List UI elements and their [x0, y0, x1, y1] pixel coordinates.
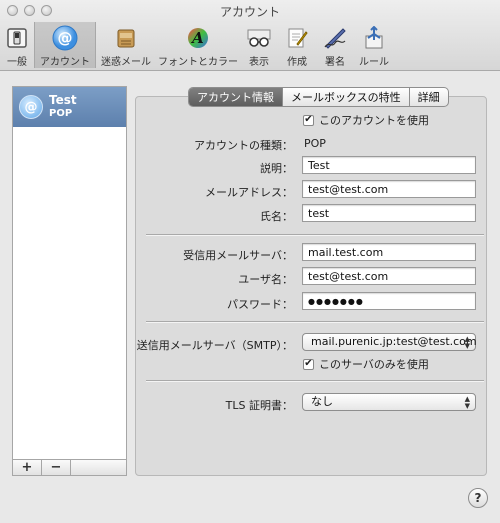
- title-bar: アカウント 一般 @ アカウント 迷惑メール A フォントとカラー 表示 作成 …: [0, 0, 500, 71]
- add-account-button[interactable]: +: [13, 460, 42, 475]
- use-only-server-label: このサーバのみを使用: [319, 358, 429, 371]
- toolbar: 一般 @ アカウント 迷惑メール A フォントとカラー 表示 作成 署名 ルール: [0, 22, 394, 68]
- toolbar-compose[interactable]: 作成: [278, 22, 316, 68]
- separator: [146, 380, 484, 382]
- popup-arrows-icon: ▲ ▼: [464, 395, 470, 410]
- separator: [146, 321, 484, 323]
- window-title: アカウント: [219, 5, 280, 19]
- use-only-server-checkbox[interactable]: ✔: [303, 358, 314, 370]
- tab-bar: アカウント情報 メールボックスの特性 詳細: [188, 87, 449, 107]
- remove-account-button[interactable]: −: [42, 460, 71, 475]
- compose-icon: [283, 25, 311, 51]
- smtp-server-label: 送信用メールサーバ（SMTP）：: [136, 339, 293, 352]
- password-label: パスワード：: [227, 298, 293, 311]
- toolbar-signatures-label: 署名: [325, 57, 345, 68]
- glasses-icon: [245, 25, 273, 51]
- description-label: 説明：: [260, 162, 293, 175]
- svg-text:@: @: [58, 29, 73, 47]
- toolbar-general-label: 一般: [7, 57, 27, 68]
- rules-icon: [360, 25, 388, 51]
- toolbar-fonts[interactable]: A フォントとカラー: [156, 22, 240, 68]
- account-type: POP: [49, 108, 73, 119]
- help-button[interactable]: ?: [468, 488, 488, 508]
- toolbar-rules-label: ルール: [359, 57, 389, 68]
- smtp-server-value: mail.purenic.jp:test@test.com: [311, 335, 477, 348]
- account-type-label: アカウントの種類：: [194, 139, 293, 152]
- svg-text:A: A: [190, 29, 204, 47]
- account-text: Test POP: [49, 94, 77, 120]
- email-field[interactable]: test@test.com: [302, 180, 476, 198]
- tab-advanced[interactable]: 詳細: [410, 88, 448, 106]
- toolbar-accounts[interactable]: @ アカウント: [34, 22, 96, 68]
- toolbar-fonts-label: フォントとカラー: [158, 57, 238, 68]
- description-field[interactable]: Test: [302, 156, 476, 174]
- tls-certificate-value: なし: [311, 395, 333, 408]
- tls-certificate-label: TLS 証明書：: [225, 399, 293, 412]
- account-row-test[interactable]: @ Test POP: [13, 87, 126, 127]
- toolbar-general[interactable]: 一般: [0, 22, 34, 68]
- account-type-value: POP: [304, 137, 326, 150]
- font-color-icon: A: [184, 25, 212, 51]
- toolbar-compose-label: 作成: [287, 57, 307, 68]
- toolbar-signatures[interactable]: 署名: [316, 22, 354, 68]
- popup-arrows-icon: ▲ ▼: [464, 335, 470, 350]
- tab-mailbox-behaviors[interactable]: メールボックスの特性: [283, 88, 410, 106]
- accounts-list: @ Test POP: [12, 86, 127, 460]
- switch-icon: [3, 25, 31, 51]
- full-name-field[interactable]: test: [302, 204, 476, 222]
- email-label: メールアドレス：: [205, 186, 293, 199]
- enable-account-row[interactable]: ✔ このアカウントを使用: [303, 112, 429, 128]
- separator: [146, 234, 484, 236]
- full-name-label: 氏名：: [260, 210, 293, 223]
- toolbar-rules[interactable]: ルール: [354, 22, 394, 68]
- incoming-server-field[interactable]: mail.test.com: [302, 243, 476, 261]
- username-label: ユーザ名：: [238, 273, 293, 286]
- at-icon: @: [19, 95, 43, 119]
- account-name: Test: [49, 93, 77, 107]
- enable-account-checkbox[interactable]: ✔: [303, 114, 314, 126]
- tab-account-info[interactable]: アカウント情報: [189, 88, 283, 106]
- password-field[interactable]: ●●●●●●●: [302, 292, 476, 310]
- incoming-server-label: 受信用メールサーバ：: [183, 249, 293, 262]
- account-list-buttons: + −: [12, 459, 127, 476]
- tls-certificate-popup[interactable]: なし ▲ ▼: [302, 393, 476, 411]
- use-only-server-row[interactable]: ✔ このサーバのみを使用: [303, 356, 429, 372]
- toolbar-accounts-label: アカウント: [40, 57, 90, 68]
- signature-icon: [321, 25, 349, 51]
- toolbar-junk[interactable]: 迷惑メール: [96, 22, 156, 68]
- junk-mail-icon: [112, 25, 140, 51]
- username-field[interactable]: test@test.com: [302, 267, 476, 285]
- toolbar-junk-label: 迷惑メール: [101, 57, 151, 68]
- at-icon: @: [51, 25, 79, 51]
- toolbar-view-label: 表示: [249, 57, 269, 68]
- enable-account-label: このアカウントを使用: [319, 114, 429, 127]
- preferences-window: アカウント 一般 @ アカウント 迷惑メール A フォントとカラー 表示 作成 …: [0, 0, 500, 523]
- toolbar-view[interactable]: 表示: [240, 22, 278, 68]
- smtp-server-popup[interactable]: mail.purenic.jp:test@test.com ▲ ▼: [302, 333, 477, 351]
